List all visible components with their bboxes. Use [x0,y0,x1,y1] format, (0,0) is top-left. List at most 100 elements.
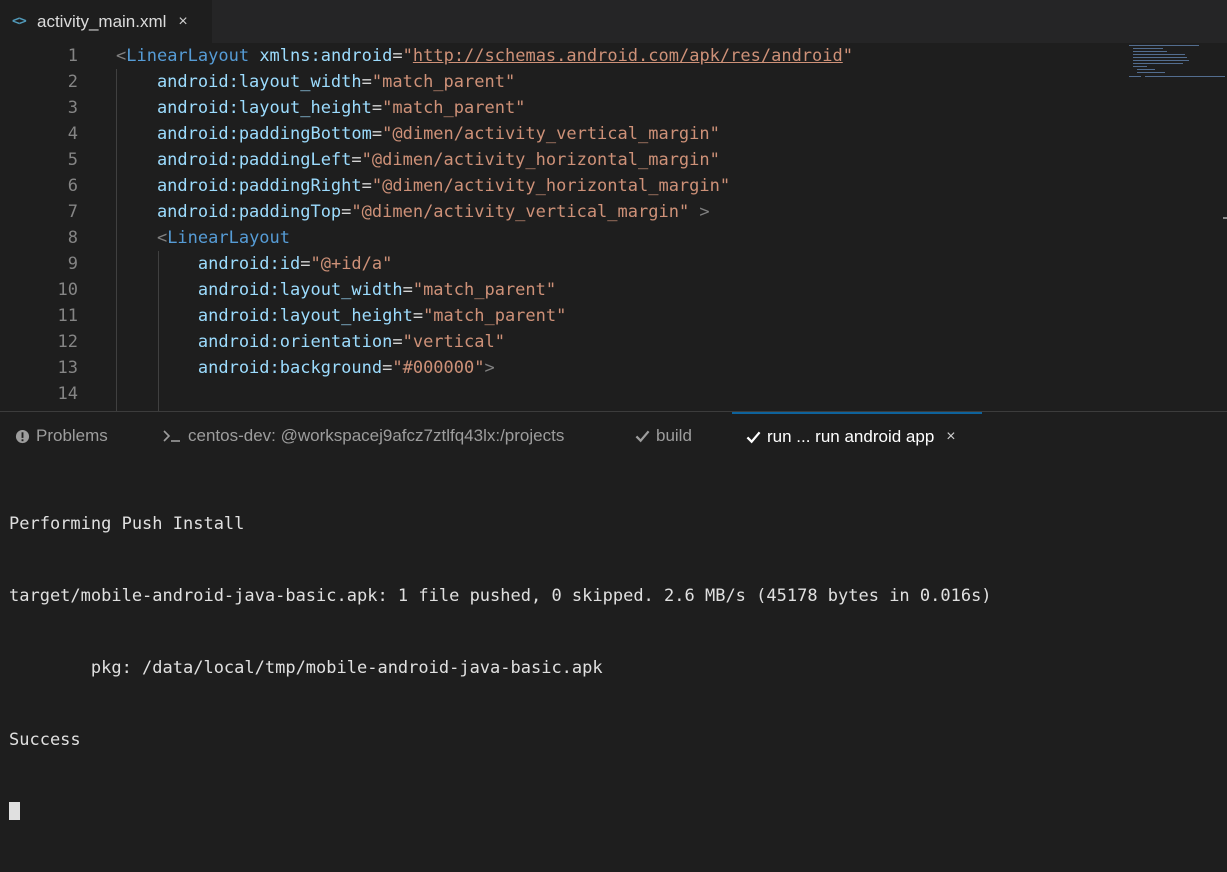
line-number: 7 [67,202,78,222]
line-number: 2 [67,72,78,92]
code-line[interactable]: 6 android:paddingRight="@dimen/activity_… [0,173,1120,199]
code-token: = [341,202,352,222]
code-text: <LinearLayout xmlns:android="http://sche… [116,43,853,69]
code-token: "@dimen/activity_horizontal_margin" [371,176,731,196]
code-token: android:paddingLeft [116,150,352,170]
code-line[interactable]: 3 android:layout_height="match_parent" [0,95,1120,121]
code-token: android:paddingBottom [116,124,372,144]
line-number: 3 [67,98,78,118]
code-line[interactable]: 13 android:background="#000000"> [0,355,1120,381]
terminal-output[interactable]: Performing Push Install target/mobile-an… [9,464,1227,872]
line-number: 1 [67,46,78,66]
code-token: "@dimen/activity_vertical_margin" [382,124,720,144]
code-line[interactable]: 11 android:layout_height="match_parent" [0,303,1120,329]
code-line[interactable]: 5 android:paddingLeft="@dimen/activity_h… [0,147,1120,173]
code-text: android:paddingTop="@dimen/activity_vert… [116,199,710,225]
code-token: "match_parent" [412,280,557,300]
code-token: LinearLayout [167,228,291,248]
scrollbar-marker[interactable] [1223,217,1227,219]
xml-code-icon: <> [12,14,27,29]
code-token: = [412,306,424,326]
tab-terminal-label: centos-dev: @workspacej9afcz7ztlfq43lx:/… [188,426,565,445]
code-token: = [371,98,383,118]
code-token: xmlns:android [249,46,393,66]
terminal-cursor [9,802,20,820]
editor-tab-activity-main[interactable]: <> activity_main.xml × [0,0,212,43]
code-token: "vertical" [402,332,505,352]
code-token: > [484,358,495,378]
code-text: android:orientation="vertical" [116,329,505,355]
code-line[interactable]: 14 [0,381,1120,407]
code-token: android:paddingRight [116,176,362,196]
code-token: = [382,358,393,378]
code-token: "match_parent" [371,72,516,92]
line-number: 6 [67,176,78,196]
code-line[interactable]: 10 android:layout_width="match_parent" [0,277,1120,303]
line-number: 13 [57,358,78,378]
bottom-panel: Problems centos-dev: @workspacej9afcz7zt… [0,411,1227,820]
code-token: "@dimen/activity_vertical_margin" [351,202,690,222]
code-token: android:orientation [116,332,393,352]
code-token: "@dimen/activity_horizontal_margin" [361,150,720,170]
tab-problems[interactable]: Problems [15,412,108,460]
code-editor[interactable]: 1 <LinearLayout xmlns:android="http://sch… [0,43,1227,411]
line-number: 12 [57,332,78,352]
tab-run-android-app[interactable]: run ... run android app × [732,412,982,460]
code-token: "match_parent" [382,98,526,118]
line-number: 5 [67,150,78,170]
code-line[interactable]: 9 android:id="@+id/a" [0,251,1120,277]
terminal-line: pkg: /data/local/tmp/mobile-android-java… [9,658,603,678]
code-token: http://schemas.android.com/apk/res/andro… [412,46,843,66]
code-token: = [402,280,413,300]
code-text: android:layout_width="match_parent" [116,277,556,303]
code-line[interactable]: 2 android:layout_width="match_parent" [0,69,1120,95]
code-token: android:layout_width [116,280,403,300]
line-number: 11 [57,306,78,326]
code-token: = [361,72,372,92]
minimap[interactable] [1125,43,1225,83]
code-token: android:id [116,254,301,274]
code-line[interactable]: 1 <LinearLayout xmlns:android="http://sch… [0,43,1120,69]
code-token: = [392,46,403,66]
code-line[interactable]: 12 android:orientation="vertical" [0,329,1120,355]
code-token: "match_parent" [423,306,567,326]
code-line[interactable]: 8 <LinearLayout [0,225,1120,251]
code-line[interactable]: 7 android:paddingTop="@dimen/activity_ve… [0,199,1120,225]
code-token: = [371,124,383,144]
code-token: " [402,46,413,66]
terminal-line: Success [9,730,81,750]
tab-build-label: build [656,426,692,445]
tab-problems-label: Problems [36,426,108,445]
code-text: android:paddingRight="@dimen/activity_ho… [116,173,730,199]
code-token: LinearLayout [126,46,250,66]
code-text: android:paddingBottom="@dimen/activity_v… [116,121,720,147]
terminal-line: Performing Push Install [9,514,245,534]
line-number: 10 [57,280,78,300]
code-text: android:paddingLeft="@dimen/activity_hor… [116,147,720,173]
terminal-icon [162,428,182,444]
close-icon[interactable]: × [178,13,187,31]
close-icon[interactable]: × [946,428,955,446]
code-token: = [300,254,311,274]
check-icon [746,430,761,444]
code-token: " [842,46,853,66]
code-line[interactable]: 4 android:paddingBottom="@dimen/activity… [0,121,1120,147]
tab-terminal[interactable]: centos-dev: @workspacej9afcz7ztlfq43lx:/… [162,412,564,460]
editor-tab-label: activity_main.xml [37,11,167,31]
code-token: < [116,46,127,66]
code-token: = [351,150,362,170]
code-token: "@+id/a" [310,254,393,274]
code-token: = [392,332,403,352]
code-token: < [116,228,168,248]
problems-icon [15,429,30,444]
code-token: android:layout_height [116,98,372,118]
panel-tab-bar: Problems centos-dev: @workspacej9afcz7zt… [0,412,1227,460]
check-icon [635,429,650,443]
line-number: 8 [67,228,78,248]
code-token: android:background [116,358,383,378]
editor-tab-bar: <> activity_main.xml × [0,0,1227,43]
code-text: android:layout_height="match_parent" [116,95,525,121]
code-text: android:id="@+id/a" [116,251,393,277]
tab-build[interactable]: build [635,412,692,460]
code-text: android:background="#000000"> [116,355,495,381]
